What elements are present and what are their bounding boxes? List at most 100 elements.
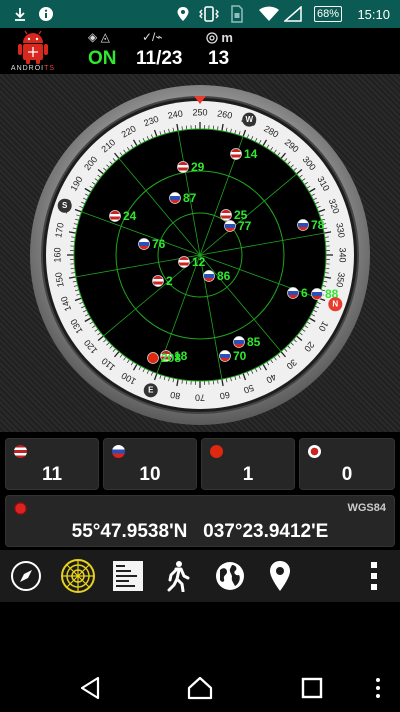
coordinates-card[interactable]: WGS84 55°47.9538'N 037°23.9412'E [5,495,395,547]
satellite-marker[interactable]: 14 [230,147,258,161]
glonass-count: 10 [139,464,161,485]
us-flag-icon [178,256,190,268]
gps-count-card[interactable]: 11 [5,438,99,490]
satellite-marker[interactable]: 85 [233,335,261,349]
ru-flag-icon [219,350,231,362]
fix-label-icons: ◈ ◬ [88,30,110,44]
android-robot-icon [18,30,48,64]
target-icon [206,32,218,44]
logo-text: ANDROI [10,65,45,72]
satellite-id: 12 [192,255,206,269]
dial-tick-label: 340 [338,247,348,262]
more-vert-icon[interactable] [356,558,392,594]
header: ANDROITS ◈ ◬ ON ✓/⌁ 11/23 m 13 [0,28,400,74]
compass-icon[interactable] [8,558,44,594]
download-icon [12,0,28,28]
battery-icon: 68% [313,0,342,28]
us-flag-icon [230,148,242,160]
dial-tick-label: 80 [169,390,181,402]
satellite-marker[interactable]: 76 [138,237,166,251]
russia-flag-icon [112,445,125,458]
cardinal-s-label: S [62,201,68,210]
qzss-count: 0 [341,464,353,485]
satellites-label-icons: ✓/⌁ [142,30,163,44]
satellite-marker[interactable]: 12 [178,255,206,269]
home-icon[interactable] [186,674,214,702]
satellite-id: 2 [166,274,173,288]
japan-flag-icon [308,445,321,458]
glonass-count-card[interactable]: 10 [103,438,197,490]
list-icon[interactable] [110,558,146,594]
ru-flag-icon [287,287,299,299]
satellite-marker[interactable]: 208 [147,351,182,365]
radar-view[interactable]: 2502602702802903003103203303403500102030… [0,74,400,432]
menu-dots-icon[interactable] [372,674,384,702]
satellite-marker[interactable]: 70 [219,349,247,363]
satellite-id: 29 [191,160,205,174]
satellite-marker[interactable]: 77 [224,219,252,233]
coordinates-value: 55°47.9538'N 037°23.9412'E [71,521,329,542]
map-pin-icon[interactable] [262,558,298,594]
ru-flag-icon [311,288,323,300]
ru-flag-icon [233,336,245,348]
info-icon [38,0,54,28]
satellite-marker[interactable]: 78 [297,218,325,232]
satellite-id: 86 [217,269,231,283]
vibrate-icon [198,0,220,28]
satellites-count: 11/23 [136,48,183,69]
recents-icon[interactable] [298,674,326,702]
satellite-id: 77 [238,219,252,233]
bottom-toolbar [0,550,400,602]
us-flag-icon [220,209,232,221]
satellite-marker[interactable]: 29 [177,160,205,174]
satellite-id: 14 [244,147,258,161]
satellite-id: 24 [123,209,137,223]
globe-icon[interactable] [212,558,248,594]
wifi-icon [258,0,280,28]
cardinal-e-label: E [148,385,154,394]
signal-icon [284,0,302,28]
status-bar: 68% 15:10 [0,0,400,28]
logo-text-its: TS [44,65,56,72]
us-flag-icon [109,210,121,222]
accuracy-unit: m [221,30,233,45]
us-flag-icon [177,161,189,173]
ru-flag-icon [138,238,150,250]
battery-level: 68% [313,6,342,22]
location-icon [176,0,190,28]
ru-flag-icon [224,220,236,232]
beidou-count: 1 [242,464,254,485]
dial-tick-label: 70 [195,393,205,403]
skyplot[interactable]: 2502602702802903003103203303403500102030… [0,74,400,432]
clock: 15:10 [357,6,390,22]
sim-icon [230,0,244,28]
ru-flag-icon [169,192,181,204]
usa-flag-icon [14,445,27,458]
radar-icon[interactable] [60,558,96,594]
us-flag-icon [152,275,164,287]
satellite-id: 87 [183,191,197,205]
satellite-marker[interactable]: 87 [169,191,197,205]
app-logo[interactable]: ANDROITS [8,30,58,72]
satellite-marker[interactable]: 24 [109,209,137,223]
china-flag-icon [210,445,223,458]
globe-grid-icon [14,502,27,515]
satellite-id: 70 [233,349,247,363]
datum-label: WGS84 [347,502,386,514]
satellite-id: 6 [301,286,308,300]
cardinal-w-label: W [245,115,253,124]
satellite-id: 208 [161,351,181,365]
satellite-marker[interactable]: 86 [203,269,231,283]
back-icon[interactable] [76,674,104,702]
cardinal-n-label: N [332,299,338,308]
satellite-id: 76 [152,237,166,251]
dial-tick-label: 250 [192,107,207,117]
ru-flag-icon [203,270,215,282]
accuracy-value: 13 [208,48,230,69]
fix-status: ON [88,48,117,69]
walk-icon[interactable] [160,558,196,594]
gps-count: 11 [41,464,63,485]
qzss-count-card[interactable]: 0 [299,438,395,490]
satellite-id: 78 [311,218,325,232]
beidou-count-card[interactable]: 1 [201,438,295,490]
